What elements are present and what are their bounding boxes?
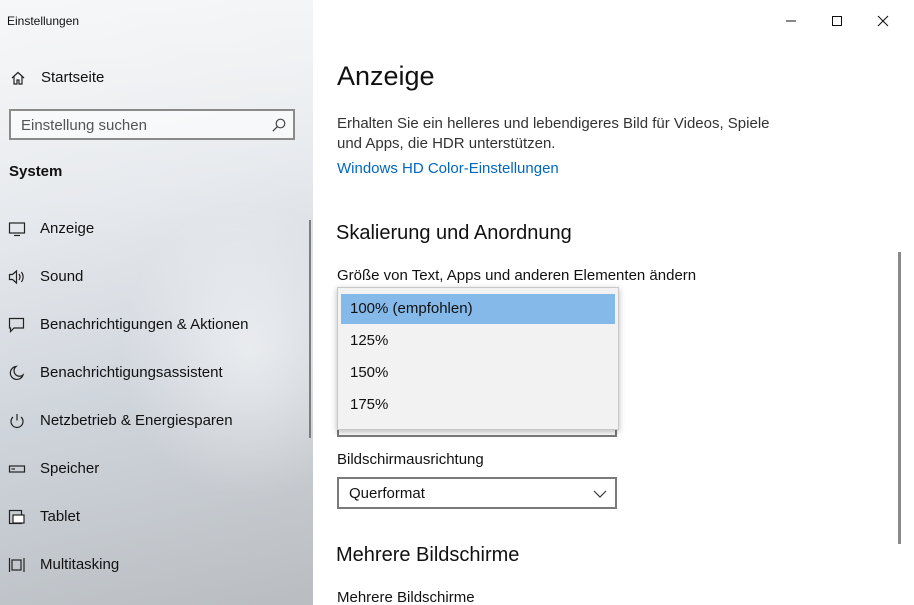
sidebar-item-tablet[interactable]: Tablet bbox=[0, 497, 313, 537]
sidebar-item-label: Anzeige bbox=[40, 220, 95, 237]
orientation-select[interactable]: Querformat bbox=[337, 477, 617, 509]
scale-option-label: 175% bbox=[350, 396, 389, 413]
sidebar-section-label: System bbox=[9, 163, 63, 180]
sidebar-home-label: Startseite bbox=[41, 69, 105, 86]
power-icon bbox=[10, 414, 24, 428]
search-box[interactable] bbox=[9, 109, 295, 140]
minimize-button[interactable] bbox=[768, 8, 814, 34]
close-button[interactable] bbox=[860, 8, 906, 34]
multitasking-icon bbox=[8, 558, 25, 572]
sidebar-item-label: Benachrichtigungen & Aktionen bbox=[40, 316, 249, 333]
minimize-icon bbox=[786, 20, 796, 22]
sidebar-item-label: Tablet bbox=[40, 508, 81, 525]
tablet-icon bbox=[8, 509, 25, 525]
main-scrollbar[interactable] bbox=[898, 252, 901, 544]
scale-option-175[interactable]: 175% bbox=[341, 390, 615, 420]
sidebar-item-assistent[interactable]: Benachrichtigungsassistent bbox=[0, 353, 313, 393]
sidebar-scrollbar[interactable] bbox=[309, 220, 311, 438]
search-input[interactable] bbox=[21, 116, 271, 134]
sidebar-item-label: Sound bbox=[40, 268, 84, 285]
sidebar-item-label: Speicher bbox=[40, 460, 100, 477]
hdr-description: Erhalten Sie ein helleres und lebendiger… bbox=[337, 115, 770, 152]
home-icon bbox=[11, 71, 25, 85]
close-icon bbox=[877, 15, 889, 27]
moon-icon bbox=[9, 365, 25, 381]
monitor-icon bbox=[8, 222, 26, 237]
sidebar-item-benachrichtigungen[interactable]: Benachrichtigungen & Aktionen bbox=[0, 305, 313, 345]
sidebar-item-label: Benachrichtigungsassistent bbox=[40, 364, 223, 381]
multi-display-label: Mehrere Bildschirme bbox=[337, 589, 475, 605]
scaling-heading: Skalierung und Anordnung bbox=[336, 222, 572, 244]
scale-option-100[interactable]: 100% (empfohlen) bbox=[341, 294, 615, 324]
multi-display-heading: Mehrere Bildschirme bbox=[336, 544, 520, 566]
sidebar-item-sound[interactable]: Sound bbox=[0, 257, 313, 297]
maximize-icon bbox=[832, 16, 842, 26]
sidebar-item-label: Netzbetrieb & Energiesparen bbox=[40, 412, 233, 429]
scale-option-150[interactable]: 150% bbox=[341, 358, 615, 388]
sidebar-item-anzeige[interactable]: Anzeige bbox=[0, 209, 313, 249]
app-title: Einstellungen bbox=[7, 14, 80, 28]
notification-icon bbox=[8, 317, 25, 333]
chevron-down-icon bbox=[593, 490, 607, 498]
hd-color-settings-link[interactable]: Windows HD Color-Einstellungen bbox=[337, 160, 559, 177]
scale-dropdown-list: 100% (empfohlen) 125% 150% 175% bbox=[337, 287, 619, 430]
scale-option-label: 100% (empfohlen) bbox=[350, 300, 473, 317]
scale-option-label: 125% bbox=[350, 332, 389, 349]
maximize-button[interactable] bbox=[814, 8, 860, 34]
speaker-icon bbox=[8, 269, 24, 285]
scale-option-label: 150% bbox=[350, 364, 389, 381]
orientation-select-value: Querformat bbox=[349, 485, 425, 502]
sidebar-item-home[interactable]: Startseite bbox=[0, 62, 313, 94]
scale-option-125[interactable]: 125% bbox=[341, 326, 615, 356]
sidebar-item-label: Multitasking bbox=[40, 556, 120, 573]
scale-label: Größe von Text, Apps und anderen Element… bbox=[337, 267, 697, 284]
sidebar: Einstellungen Startseite System Anzeige … bbox=[0, 0, 313, 605]
sidebar-item-energie[interactable]: Netzbetrieb & Energiesparen bbox=[0, 401, 313, 441]
orientation-label: Bildschirmausrichtung bbox=[337, 451, 484, 468]
page-title: Anzeige bbox=[337, 61, 435, 91]
sidebar-item-multitasking[interactable]: Multitasking bbox=[0, 545, 313, 585]
search-icon[interactable] bbox=[271, 117, 287, 133]
sidebar-item-speicher[interactable]: Speicher bbox=[0, 449, 313, 489]
storage-icon bbox=[8, 465, 26, 473]
